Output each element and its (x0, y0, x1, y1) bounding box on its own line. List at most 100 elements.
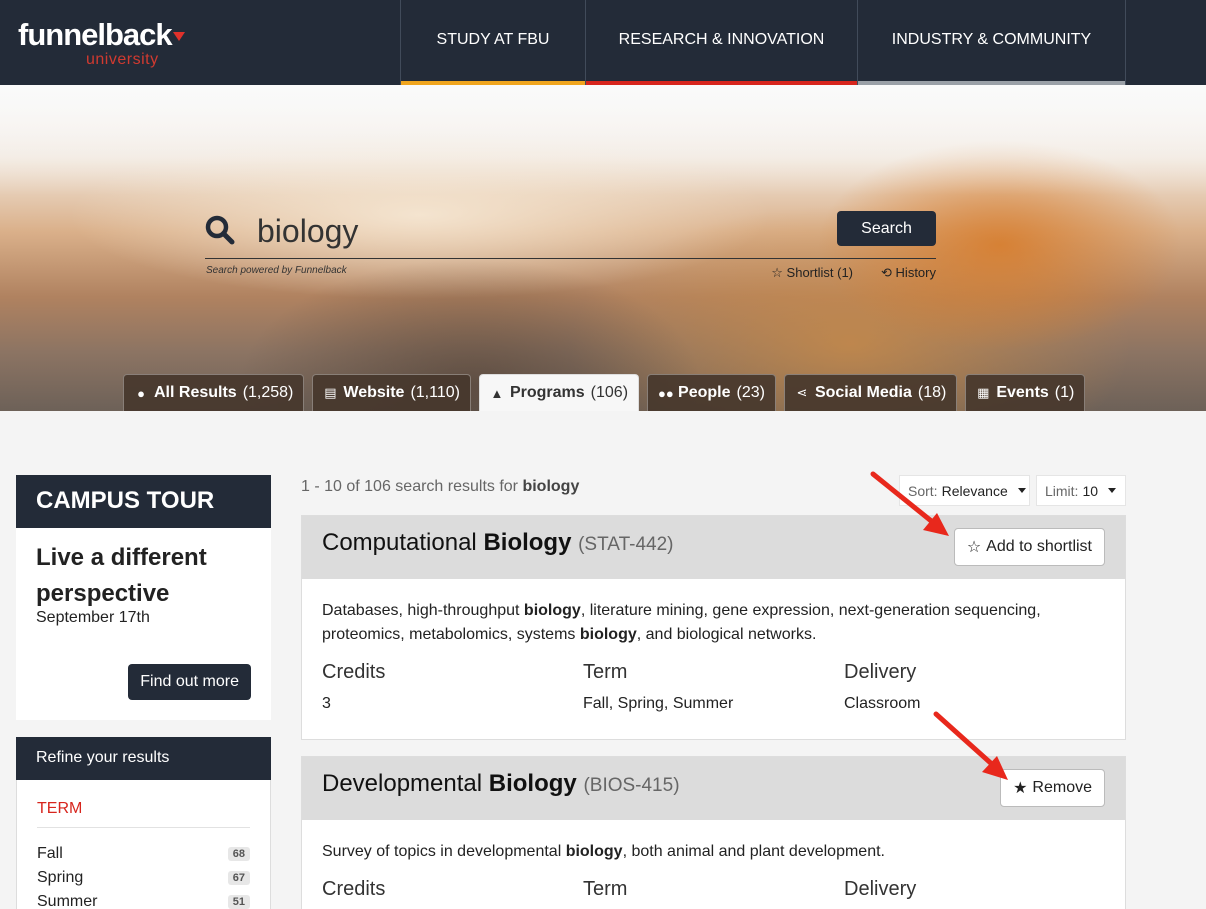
limit-label: Limit: (1045, 482, 1079, 499)
nav-label: RESEARCH & INNOVATION (618, 31, 825, 48)
facet-label: Summer (37, 893, 98, 909)
funnelback-logo[interactable]: funnelback university (18, 19, 185, 68)
result-description: Databases, high-throughput biology, lite… (322, 599, 1105, 647)
shortlist-link[interactable]: ☆ Shortlist (1) (771, 265, 853, 281)
graduation-cap-icon: ▲ (490, 385, 504, 401)
facet-item-fall[interactable]: Fall 68 (37, 842, 250, 866)
history-link[interactable]: ⟲ History (881, 265, 936, 281)
facet-label: Fall (37, 845, 63, 862)
refine-panel: Refine your results TERM Fall 68 Spring 67… (16, 737, 271, 909)
document-icon: ▤ (324, 385, 337, 400)
limit-dropdown[interactable]: Limit: 10 (1036, 475, 1126, 506)
nav-research-innovation[interactable]: RESEARCH & INNOVATION (585, 0, 857, 85)
search-input[interactable] (257, 211, 817, 251)
result-card-body: Survey of topics in developmental biolog… (302, 820, 1125, 901)
search-icon (205, 215, 235, 245)
meta-label: Delivery (844, 661, 917, 683)
title-text: Developmental (322, 770, 483, 797)
result-card: Computational Biology (STAT-442) ☆ Add to… (301, 515, 1126, 740)
result-meta: Credits 3 Term Fall, Spring, Summer Delive… (322, 661, 1105, 713)
highlight-term: biology (523, 602, 581, 619)
tab-label: Programs (509, 384, 585, 401)
facet-item-spring[interactable]: Spring 67 (37, 866, 250, 890)
summary-text: 1 - 10 of 106 search results for (301, 478, 518, 495)
tab-website[interactable]: ▤ Website (1,110) (312, 374, 471, 411)
tab-count: (1,258) (242, 384, 294, 401)
description-text: , both animal and plant development. (622, 843, 885, 860)
add-to-shortlist-button[interactable]: ☆ Add to shortlist (953, 528, 1105, 566)
top-navigation-bar: funnelback university STUDY AT FBU RESEA… (0, 0, 1206, 85)
tab-social-media[interactable]: ⋖ Social Media (18) (783, 374, 958, 411)
sort-label: Sort: (908, 482, 938, 499)
search-button[interactable]: Search (837, 211, 936, 246)
history-label: History (895, 265, 936, 280)
refine-heading: Refine your results (16, 737, 271, 780)
tab-count: (1) (1054, 384, 1075, 401)
tab-label: Social Media (814, 384, 912, 401)
limit-value: 10 (1082, 482, 1099, 499)
summary-query: biology (522, 478, 580, 495)
tab-people[interactable]: ●● People (23) (647, 374, 776, 411)
course-code: (BIOS-415) (583, 775, 680, 796)
remove-from-shortlist-button[interactable]: ★ Remove (1000, 769, 1105, 807)
facet-title-term: TERM (37, 800, 250, 828)
history-icon: ⟲ (881, 265, 892, 280)
tab-all-results[interactable]: ● All Results (1,258) (123, 374, 305, 411)
main-nav: STUDY AT FBU RESEARCH & INNOVATION INDUS… (400, 0, 1126, 85)
title-highlight: Biology (483, 529, 572, 556)
star-outline-icon: ☆ (966, 539, 982, 556)
tab-label: People (678, 384, 731, 401)
tab-events[interactable]: ▦ Events (1) (965, 374, 1086, 411)
nav-study-at-fbu[interactable]: STUDY AT FBU (400, 0, 585, 85)
meta-term: Term (583, 878, 844, 901)
result-card-header: Developmental Biology (BIOS-415) ★ Remove (302, 757, 1125, 820)
meta-label: Credits (322, 878, 386, 900)
result-title-link[interactable]: Computational Biology (STAT-442) (322, 529, 673, 557)
description-text: Databases, high-throughput (322, 602, 524, 619)
star-outline-icon: ☆ (771, 265, 783, 280)
course-code: (STAT-442) (578, 534, 674, 555)
tab-count: (23) (736, 384, 765, 401)
facet-count: 51 (227, 895, 250, 909)
result-card-body: Databases, high-throughput biology, lite… (302, 579, 1125, 713)
search-links: ☆ Shortlist (1) ⟲ History (771, 265, 936, 281)
hero-haze (0, 85, 1206, 195)
meta-label: Delivery (844, 878, 917, 900)
sort-dropdown[interactable]: Sort: Relevance (899, 475, 1030, 506)
logo-triangle-icon (172, 32, 185, 42)
logo-subtext: university (86, 51, 159, 68)
facet-label: Spring (37, 869, 84, 886)
search-row: Search (205, 211, 936, 259)
hero-search-banner: Search Search powered by Funnelback ☆ Sh… (0, 85, 1206, 411)
tab-count: (18) (917, 384, 947, 401)
meta-value: Classroom (844, 695, 921, 712)
powered-by-text: Search powered by Funnelback (206, 265, 347, 276)
tab-label: Events (996, 384, 1049, 401)
nav-label: INDUSTRY & COMMUNITY (891, 31, 1092, 48)
result-meta: Credits Term Delivery (322, 878, 1105, 901)
tab-label: All Results (154, 384, 237, 401)
meta-delivery: Delivery (844, 878, 1105, 901)
nav-industry-community[interactable]: INDUSTRY & COMMUNITY (857, 0, 1126, 85)
meta-credits: Credits 3 (322, 661, 583, 713)
nav-label: STUDY AT FBU (436, 31, 550, 48)
title-text: Computational (322, 529, 477, 556)
share-icon: ⋖ (796, 385, 808, 400)
meta-value: Fall, Spring, Summer (583, 695, 734, 712)
description-text: Survey of topics in developmental (322, 843, 566, 860)
button-label: Add to shortlist (986, 538, 1092, 555)
find-out-more-button[interactable]: Find out more (128, 664, 251, 700)
campus-tour-date: September 17th (36, 609, 150, 626)
users-icon: ●● (658, 385, 674, 401)
facet-item-summer[interactable]: Summer 51 (37, 890, 250, 909)
caret-down-icon (1017, 488, 1026, 493)
result-description: Survey of topics in developmental biolog… (322, 840, 1105, 864)
meta-value: 3 (322, 695, 331, 712)
result-title-link[interactable]: Developmental Biology (BIOS-415) (322, 770, 680, 798)
tab-programs[interactable]: ▲ Programs (106) (478, 374, 640, 411)
result-card-header: Computational Biology (STAT-442) ☆ Add to… (302, 516, 1125, 579)
campus-tour-heading: CAMPUS TOUR (16, 475, 271, 528)
search-area: Search Search powered by Funnelback ☆ Sh… (205, 211, 936, 280)
shortlist-label: Shortlist (1) (786, 265, 854, 280)
highlight-term: biology (565, 843, 623, 860)
